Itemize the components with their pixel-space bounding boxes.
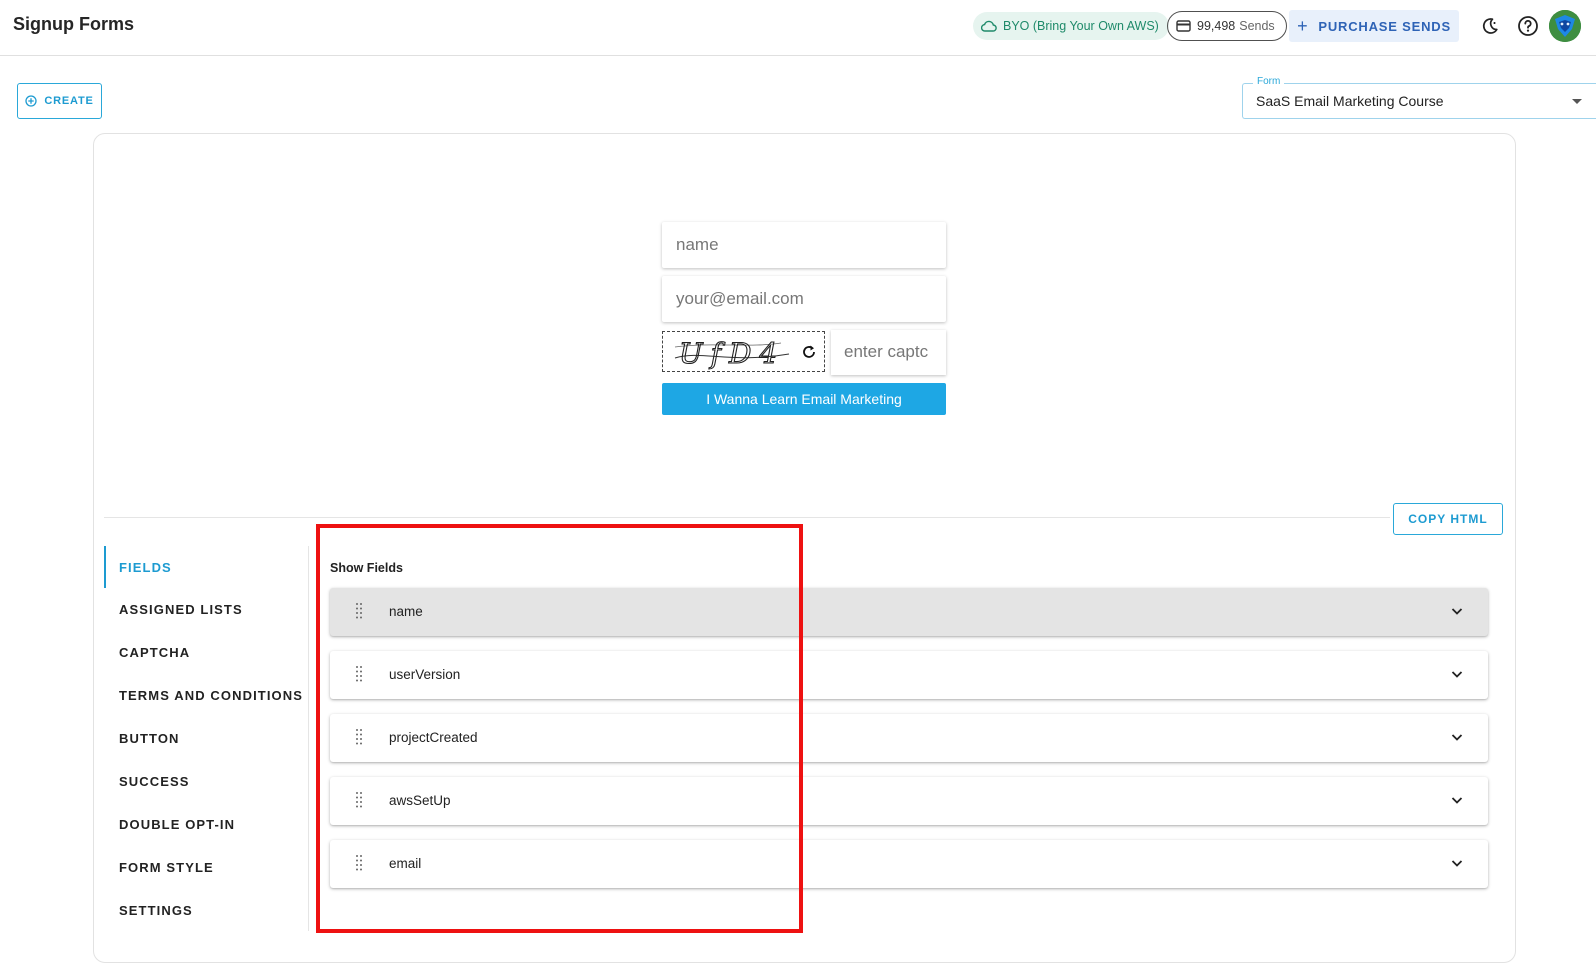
tab-assigned-lists[interactable]: ASSIGNED LISTS [104,588,309,630]
tab-label: DOUBLE OPT-IN [119,816,236,832]
copy-html-button[interactable]: COPY HTML [1393,503,1503,535]
preview-submit-button[interactable]: I Wanna Learn Email Marketing [662,383,946,415]
drag-handle-icon[interactable] [355,791,363,809]
help-button[interactable] [1516,14,1540,38]
tab-terms-and-conditions[interactable]: TERMS AND CONDITIONS [104,674,309,716]
tab-label: FIELDS [119,559,172,575]
chevron-down-icon[interactable] [1450,730,1464,744]
field-row-email[interactable]: email [330,840,1488,888]
tab-label: SUCCESS [119,773,190,789]
copy-html-label: COPY HTML [1408,512,1488,526]
chevron-down-icon[interactable] [1450,793,1464,807]
add-circle-icon [25,95,38,107]
preview-email-input[interactable]: your@email.com [662,276,946,322]
create-button[interactable]: CREATE [17,83,102,119]
sends-count: 99,498 [1197,19,1236,33]
app-title: Signup Forms [13,14,134,34]
captcha-image: UfD4 [662,331,825,372]
tab-label: FORM STYLE [119,859,214,875]
tab-label: ASSIGNED LISTS [119,601,243,617]
show-fields-heading: Show Fields [330,561,403,575]
cloud-icon [981,20,997,32]
chevron-down-icon[interactable] [1450,856,1464,870]
captcha-text-image: UfD4 [674,336,790,370]
field-name: email [389,856,422,871]
chevron-down-icon[interactable] [1450,667,1464,681]
drag-handle-icon[interactable] [355,665,363,683]
preview-name-input[interactable]: name [662,222,946,268]
credit-card-icon [1176,20,1191,32]
dark-mode-toggle[interactable] [1478,14,1502,38]
field-row-userversion[interactable]: userVersion [330,651,1488,699]
form-select-value: SaaS Email Marketing Course [1256,93,1444,109]
tab-form-style[interactable]: FORM STYLE [104,846,309,888]
section-divider [104,517,1390,518]
tab-settings[interactable]: SETTINGS [104,889,309,931]
settings-tabs: FIELDS ASSIGNED LISTS CAPTCHA TERMS AND … [104,546,309,931]
refresh-icon[interactable] [800,343,818,361]
dark-mode-icon [1482,18,1498,34]
drag-handle-icon[interactable] [355,602,363,620]
purchase-sends-button[interactable]: + PURCHASE SENDS [1289,10,1459,42]
field-name: name [389,604,423,619]
submit-label: I Wanna Learn Email Marketing [706,391,902,407]
help-icon [1518,16,1538,36]
chevron-down-icon[interactable] [1450,604,1464,618]
tab-fields[interactable]: FIELDS [104,546,309,588]
field-name: projectCreated [389,730,478,745]
svg-text:UfD4: UfD4 [679,337,785,370]
captcha-input[interactable]: enter captc [831,330,946,375]
avatar-image [1549,10,1581,42]
form-select[interactable]: Form SaaS Email Marketing Course [1242,76,1596,119]
byo-label: BYO (Bring Your Own AWS) [1003,19,1159,33]
field-name: awsSetUp [389,793,451,808]
sends-chip[interactable]: 99,498 Sends [1167,11,1287,41]
drag-handle-icon[interactable] [355,854,363,872]
byo-chip[interactable]: BYO (Bring Your Own AWS) [973,12,1169,40]
tab-success[interactable]: SUCCESS [104,760,309,802]
field-name: userVersion [389,667,461,682]
tab-label: SETTINGS [119,902,193,918]
sends-unit: Sends [1239,19,1275,33]
tab-label: BUTTON [119,730,180,746]
plus-icon: + [1297,15,1309,36]
avatar[interactable] [1549,10,1581,42]
tab-label: CAPTCHA [119,644,191,660]
tab-captcha[interactable]: CAPTCHA [104,631,309,673]
tab-label: TERMS AND CONDITIONS [119,687,304,703]
purchase-label: PURCHASE SENDS [1318,18,1451,34]
app-bar: Signup Forms BYO (Bring Your Own AWS) 99… [0,0,1596,56]
create-label: CREATE [44,95,94,107]
field-row-awssetup[interactable]: awsSetUp [330,777,1488,825]
form-select-label: Form [1253,76,1285,87]
field-row-projectcreated[interactable]: projectCreated [330,714,1488,762]
tab-button[interactable]: BUTTON [104,717,309,759]
drag-handle-icon[interactable] [355,728,363,746]
field-row-name[interactable]: name [330,588,1488,636]
dropdown-arrow-icon [1572,99,1582,104]
tab-double-opt-in[interactable]: DOUBLE OPT-IN [104,803,309,845]
